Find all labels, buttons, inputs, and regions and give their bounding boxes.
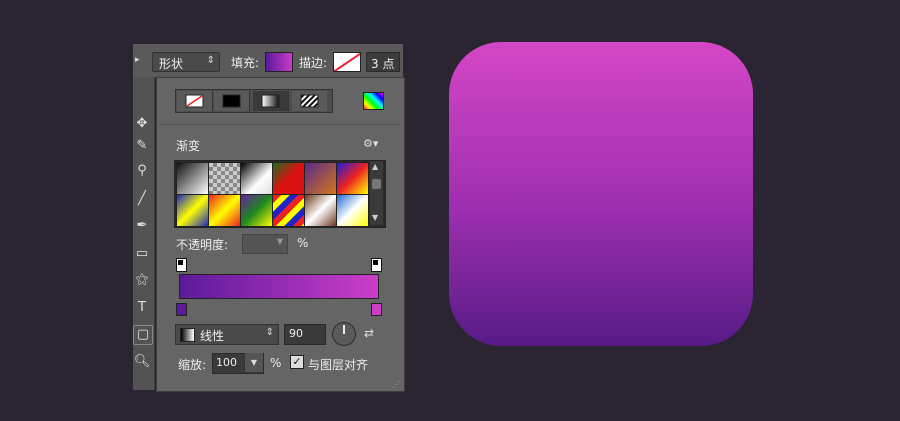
solid-fill-button[interactable] bbox=[214, 91, 250, 111]
brush-icon[interactable]: ✎ bbox=[133, 137, 151, 155]
gradient-presets-grid bbox=[174, 160, 386, 228]
scroll-down-icon[interactable]: ▼ bbox=[372, 213, 378, 222]
gradient-preset-swatch[interactable] bbox=[336, 194, 369, 227]
gradient-preset-swatch[interactable] bbox=[304, 194, 337, 227]
align-layer-checkbox[interactable]: ✓ bbox=[290, 355, 304, 369]
presets-scrollbar[interactable]: ▲ ▼ bbox=[370, 161, 383, 225]
shape-mode-select[interactable]: 形状 ⇕ bbox=[152, 52, 220, 72]
scale-label: 缩放: bbox=[178, 358, 207, 372]
gear-icon[interactable]: ⚙▾ bbox=[363, 137, 378, 150]
opacity-unit: % bbox=[297, 236, 309, 250]
move-icon[interactable]: ✥ bbox=[133, 115, 151, 133]
pen-icon[interactable]: ✒ bbox=[133, 217, 151, 235]
angle-value: 90 bbox=[289, 327, 303, 340]
resize-grip-icon[interactable]: ⋰ bbox=[392, 380, 400, 389]
rounded-rectangle-icon[interactable]: ▢ bbox=[133, 325, 153, 345]
gradient-fill-button[interactable] bbox=[253, 91, 289, 111]
divider bbox=[159, 124, 400, 125]
toolbar-arrow-icon[interactable]: ▸ bbox=[135, 55, 140, 65]
opacity-input[interactable]: ▼ bbox=[242, 234, 288, 254]
fill-type-buttons bbox=[175, 89, 333, 113]
line-icon[interactable]: ╱ bbox=[133, 190, 151, 208]
gradient-preset-swatch[interactable] bbox=[336, 162, 369, 195]
gradient-preset-swatch[interactable] bbox=[208, 162, 241, 195]
color-stop-right[interactable] bbox=[371, 303, 382, 316]
stroke-label: 描边: bbox=[299, 56, 328, 70]
gradient-section-title: 渐变 bbox=[176, 139, 201, 153]
magic-wand-icon[interactable]: ⚝ bbox=[133, 271, 151, 289]
gradient-bar[interactable] bbox=[179, 274, 379, 299]
gradient-preset-swatch[interactable] bbox=[304, 162, 337, 195]
stroke-size-input[interactable]: 3 点 bbox=[366, 52, 400, 72]
fill-label: 填充: bbox=[231, 56, 260, 70]
scale-value: 100 bbox=[216, 356, 237, 369]
angle-input[interactable]: 90 bbox=[284, 324, 326, 345]
updown-icon: ⇕ bbox=[206, 55, 215, 66]
tools-panel: ✥ ✎ ⚲ ╱ ✒ ▭ ⚝ T ▢ 🔍︎ bbox=[133, 77, 155, 390]
scroll-thumb[interactable] bbox=[372, 179, 381, 189]
gradient-preset-swatch[interactable] bbox=[240, 162, 273, 195]
angle-dial[interactable] bbox=[332, 322, 356, 346]
fill-swatch[interactable] bbox=[265, 52, 293, 72]
zoom-icon[interactable]: 🔍︎ bbox=[133, 353, 151, 371]
updown-icon: ⇕ bbox=[265, 327, 274, 338]
stroke-size-value: 3 点 bbox=[371, 57, 395, 71]
gradient-preset-swatch[interactable] bbox=[272, 194, 305, 227]
gradient-preset-swatch[interactable] bbox=[240, 194, 273, 227]
rectangle-icon[interactable]: ▭ bbox=[133, 245, 151, 263]
opacity-label: 不透明度: bbox=[176, 238, 229, 252]
opacity-stop-left[interactable] bbox=[176, 258, 187, 272]
gradient-preset-swatch[interactable] bbox=[208, 194, 241, 227]
gradient-preset-swatch[interactable] bbox=[176, 194, 209, 227]
scroll-up-icon[interactable]: ▲ bbox=[372, 162, 378, 171]
type-icon[interactable]: T bbox=[133, 299, 151, 317]
chevron-down-icon[interactable]: ▼ bbox=[244, 353, 263, 372]
gradient-style-select[interactable]: 线性 ⇕ bbox=[175, 324, 279, 345]
stroke-swatch[interactable] bbox=[333, 52, 361, 72]
align-layer-label: 与图层对齐 bbox=[308, 358, 369, 372]
chevron-down-icon: ▼ bbox=[276, 237, 283, 246]
scale-unit: % bbox=[270, 356, 282, 370]
opacity-stop-right[interactable] bbox=[371, 258, 382, 272]
no-fill-button[interactable] bbox=[177, 91, 213, 111]
pattern-fill-button[interactable] bbox=[292, 91, 327, 111]
reverse-icon[interactable]: ⇄ bbox=[364, 326, 374, 340]
gradient-preview-shape bbox=[449, 42, 753, 346]
eyedropper-icon[interactable]: ⚲ bbox=[133, 162, 151, 180]
gradient-preset-swatch[interactable] bbox=[176, 162, 209, 195]
gradient-style-value: 线性 bbox=[200, 329, 225, 343]
shape-mode-value: 形状 bbox=[159, 57, 184, 71]
color-stop-left[interactable] bbox=[176, 303, 187, 316]
color-picker-icon[interactable] bbox=[363, 92, 384, 110]
linear-gradient-icon bbox=[180, 328, 195, 342]
gradient-preset-swatch[interactable] bbox=[272, 162, 305, 195]
